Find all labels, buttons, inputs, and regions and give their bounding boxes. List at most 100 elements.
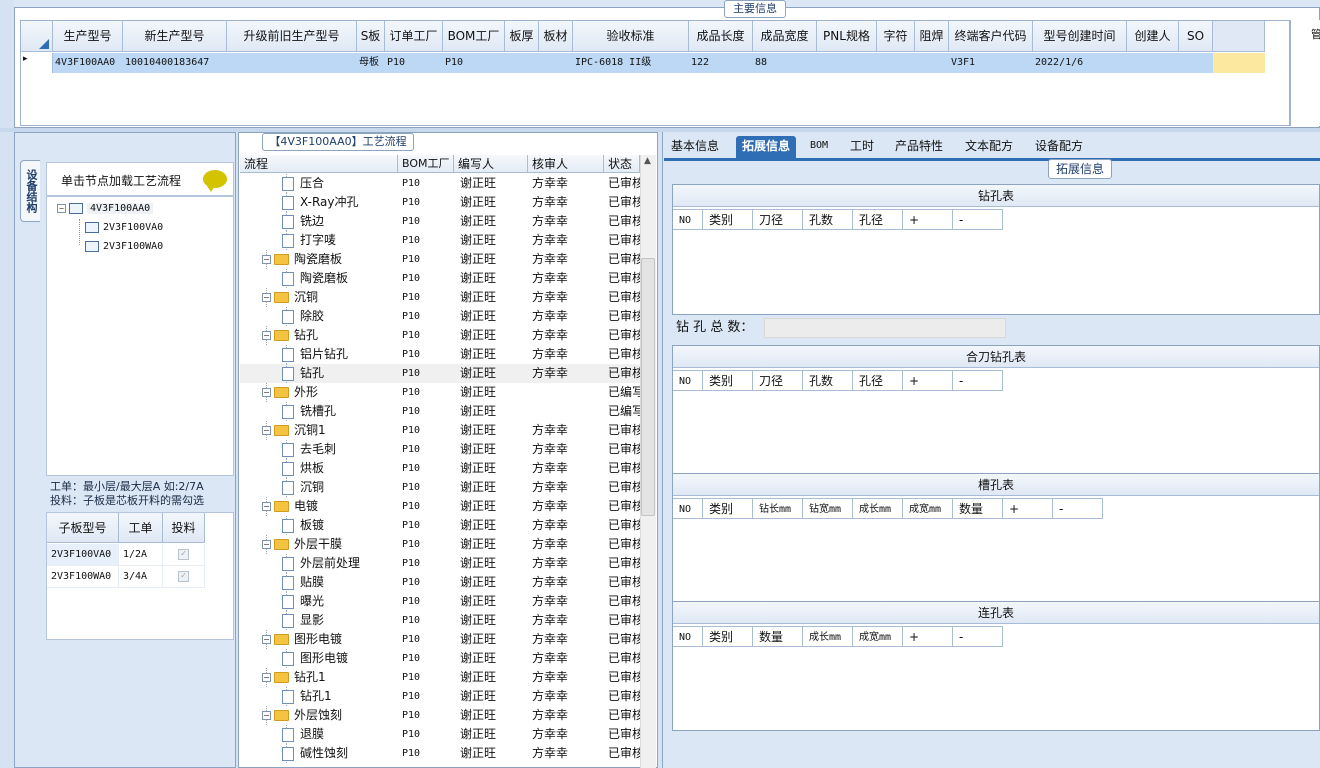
grid-header-6[interactable]: 板厚 [505, 21, 539, 52]
grid-cell-8[interactable]: IPC-6018 II级 [573, 53, 689, 73]
flow-name-cell[interactable]: 钻孔1 [282, 687, 396, 706]
grid-header-15[interactable]: 型号创建时间 [1033, 21, 1127, 52]
tab-6[interactable]: 设备配方 [1035, 136, 1083, 158]
flow-name-cell[interactable]: − 电镀 [262, 497, 396, 516]
flow-row[interactable]: 退膜 P10 谢正旺 方幸幸 已审核 [240, 725, 640, 744]
flow-row[interactable]: − 沉铜 P10 谢正旺 方幸幸 已审核 [240, 288, 640, 307]
grid-header-17[interactable]: SO [1179, 21, 1213, 52]
flow-header-0[interactable]: 流程 [240, 155, 398, 173]
scroll-up-icon[interactable]: ▲ [644, 156, 651, 166]
flow-row[interactable]: − 外形 P10 谢正旺 已编写 [240, 383, 640, 402]
grid-cell-11[interactable] [817, 53, 877, 73]
grid-header-5[interactable]: BOM工厂 [443, 21, 505, 52]
flow-row[interactable]: 铣槽孔 P10 谢正旺 已编写 [240, 402, 640, 421]
flow-row[interactable]: − 钻孔 P10 谢正旺 方幸幸 已审核 [240, 326, 640, 345]
link-table[interactable]: 连孔表 NO 类别 数量 成长mm 成宽mm + - [672, 601, 1320, 731]
flow-name-cell[interactable]: 退膜 [282, 725, 396, 744]
tree-node[interactable]: 2V3F100VA0 [85, 220, 163, 236]
tree-toggle-icon[interactable]: − [262, 502, 271, 511]
flow-row[interactable]: 贴膜 P10 谢正旺 方幸幸 已审核 [240, 573, 640, 592]
combo_table-col-3[interactable]: 孔数 [803, 370, 853, 391]
grid-cell-1[interactable]: 10010400183647 [123, 53, 227, 73]
tree-toggle-icon[interactable]: − [262, 540, 271, 549]
flow-name-cell[interactable]: 除胶 [282, 307, 396, 326]
link_table-col-5[interactable]: + [903, 626, 953, 647]
flow-name-cell[interactable]: 去毛刺 [282, 440, 396, 459]
flow-row[interactable]: 曝光 P10 谢正旺 方幸幸 已审核 [240, 592, 640, 611]
grid-cell-0[interactable]: 4V3F100AA0 [53, 53, 123, 73]
grid-cell-15[interactable]: 2022/1/6 [1033, 53, 1127, 73]
slot_table-col-1[interactable]: 类别 [703, 498, 753, 519]
link_table-col-4[interactable]: 成宽mm [853, 626, 903, 647]
grid-cell-3[interactable]: 母板 [357, 53, 385, 73]
drill_table-col-6[interactable]: - [953, 209, 1003, 230]
flow-row[interactable]: X-Ray冲孔 P10 谢正旺 方幸幸 已审核 [240, 193, 640, 212]
subgrid-cell[interactable]: 2V3F100VA0 [47, 544, 119, 566]
flow-name-cell[interactable]: 烘板 [282, 459, 396, 478]
grid-header-8[interactable]: 验收标准 [573, 21, 689, 52]
flow-name-cell[interactable]: X-Ray冲孔 [282, 193, 396, 212]
grid-cell-12[interactable] [877, 53, 915, 73]
tree-node[interactable]: − 4V3F100AA0 [57, 201, 154, 217]
tab-5[interactable]: 文本配方 [965, 136, 1013, 158]
subgrid-cell[interactable]: 3/4A [119, 566, 163, 588]
subgrid-cell[interactable]: 2V3F100WA0 [47, 566, 119, 588]
flow-name-cell[interactable]: 板镀 [282, 516, 396, 535]
grid-cell-4[interactable]: P10 [385, 53, 443, 73]
grid-header-9[interactable]: 成品长度 [689, 21, 753, 52]
tree-toggle-icon[interactable]: − [262, 388, 271, 397]
subgrid-checkbox-cell[interactable]: ✓ [163, 566, 205, 588]
flow-name-cell[interactable]: 铣槽孔 [282, 402, 396, 421]
flow-row[interactable]: 铝片钻孔 P10 谢正旺 方幸幸 已审核 [240, 345, 640, 364]
flow-name-cell[interactable]: 压合 [282, 174, 396, 193]
grid-header-16[interactable]: 创建人 [1127, 21, 1179, 52]
flow-name-cell[interactable]: − 外层蚀刻 [262, 706, 396, 725]
tree-toggle-icon[interactable]: − [262, 673, 271, 682]
grid-cell-13[interactable] [915, 53, 949, 73]
flow-name-cell[interactable]: 陶瓷磨板 [282, 269, 396, 288]
drill_table-col-2[interactable]: 刀径 [753, 209, 803, 230]
drill_table-col-3[interactable]: 孔数 [803, 209, 853, 230]
flow-row[interactable]: 铣边 P10 谢正旺 方幸幸 已审核 [240, 212, 640, 231]
flow-name-cell[interactable]: 沉铜 [282, 478, 396, 497]
flow-row[interactable]: 除胶 P10 谢正旺 方幸幸 已审核 [240, 307, 640, 326]
grid-header-0[interactable]: 生产型号 [53, 21, 123, 52]
combo_table-col-6[interactable]: - [953, 370, 1003, 391]
link_table-col-6[interactable]: - [953, 626, 1003, 647]
drill_table-col-0[interactable]: NO [673, 209, 703, 230]
subgrid-cell[interactable]: 1/2A [119, 544, 163, 566]
flow-name-cell[interactable]: 打字唛 [282, 231, 396, 250]
tab-2[interactable]: BOM [810, 136, 828, 158]
flow-name-cell[interactable]: − 钻孔1 [262, 668, 396, 687]
flow-row[interactable]: 沉铜 P10 谢正旺 方幸幸 已审核 [240, 478, 640, 497]
flow-row[interactable]: 板镀 P10 谢正旺 方幸幸 已审核 [240, 516, 640, 535]
sub-board-grid[interactable]: 子板型号 工单 投料 2V3F100VA0 1/2A ✓ 2V3F100WA0 3/4A ✓ [46, 512, 234, 640]
flow-name-cell[interactable]: 铝片钻孔 [282, 345, 396, 364]
tab-3[interactable]: 工时 [850, 136, 874, 158]
grid-cell-5[interactable]: P10 [443, 53, 505, 73]
flow-row[interactable]: 去毛刺 P10 谢正旺 方幸幸 已审核 [240, 440, 640, 459]
tree-toggle-icon[interactable]: − [262, 635, 271, 644]
flow-name-cell[interactable]: 曝光 [282, 592, 396, 611]
slot_table-col-0[interactable]: NO [673, 498, 703, 519]
subgrid-header-1[interactable]: 工单 [119, 513, 163, 543]
flow-header-4[interactable]: 状态 [604, 155, 640, 173]
slot_table-col-7[interactable]: + [1003, 498, 1053, 519]
drill-total-input[interactable] [764, 318, 1006, 338]
grid-cell-10[interactable]: 88 [753, 53, 817, 73]
flow-row[interactable]: − 钻孔1 P10 谢正旺 方幸幸 已审核 [240, 668, 640, 687]
flow-row[interactable]: 压合 P10 谢正旺 方幸幸 已审核 [240, 174, 640, 193]
tree-toggle-icon[interactable]: − [262, 255, 271, 264]
grid-highlight-cell[interactable] [1213, 53, 1265, 73]
flow-name-cell[interactable]: − 钻孔 [262, 326, 396, 345]
flow-row[interactable]: 打字唛 P10 谢正旺 方幸幸 已审核 [240, 231, 640, 250]
flow-name-cell[interactable]: − 外形 [262, 383, 396, 402]
load-flow-bar[interactable]: 单击节点加载工艺流程 [46, 162, 234, 196]
checkbox-icon[interactable]: ✓ [178, 570, 189, 582]
tree-toggle-icon[interactable]: − [262, 426, 271, 435]
scrollbar-thumb[interactable] [641, 258, 655, 516]
grid-cell-17[interactable] [1179, 53, 1213, 73]
flow-name-cell[interactable]: 铣边 [282, 212, 396, 231]
flow-name-cell[interactable]: − 陶瓷磨板 [262, 250, 396, 269]
grid-cell-6[interactable] [505, 53, 539, 73]
